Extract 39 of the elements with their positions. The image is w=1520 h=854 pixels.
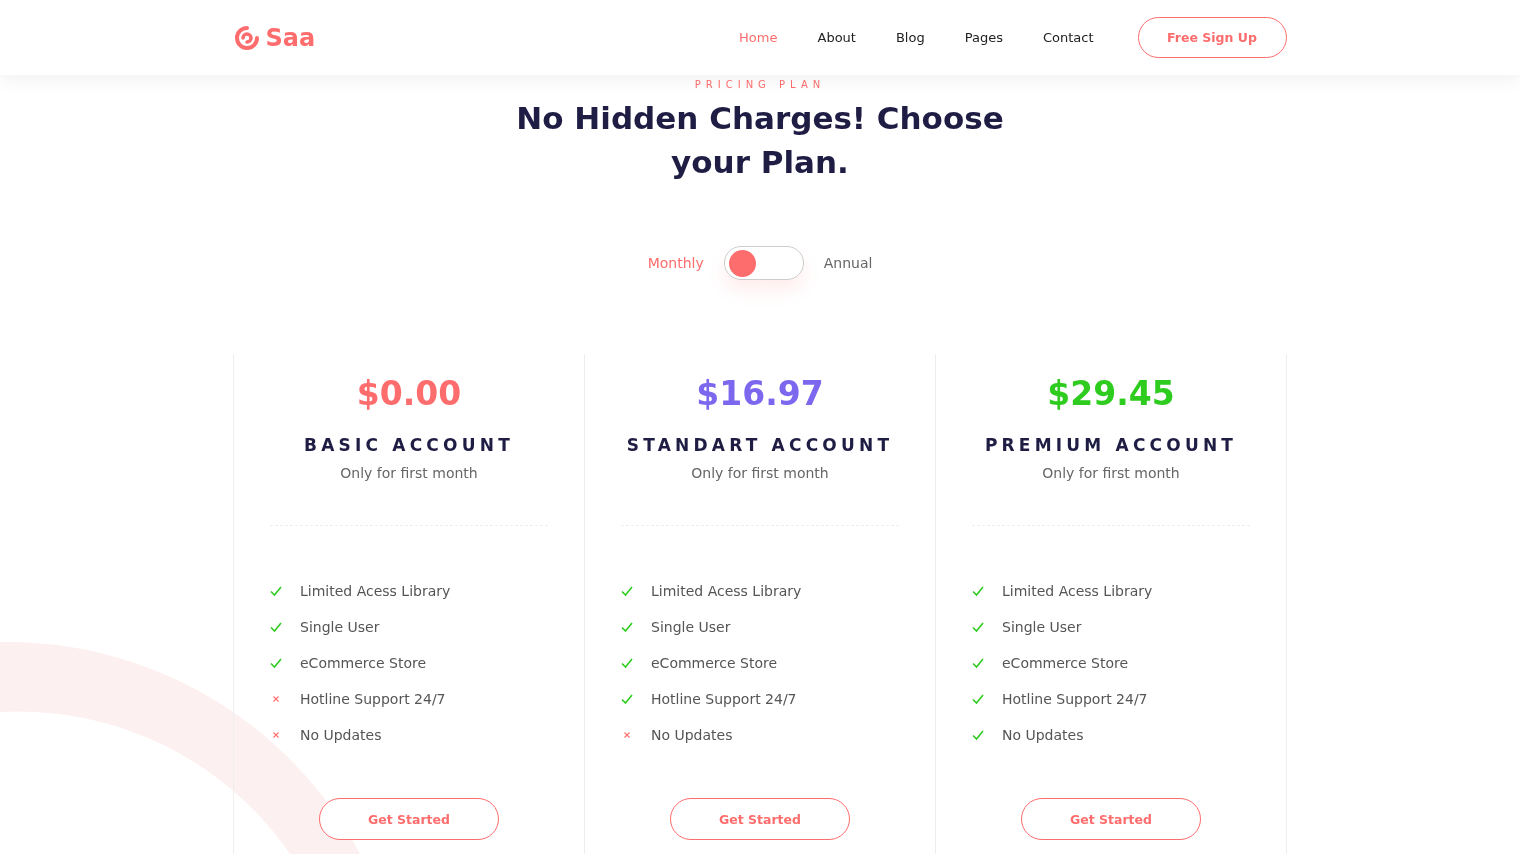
feature-text: Limited Acess Library [651, 583, 802, 599]
feature-text: No Updates [1002, 727, 1084, 743]
logo-text: Saa [265, 23, 316, 52]
section-title: No Hidden Charges! Choose your Plan. [515, 99, 1005, 182]
get-started-button[interactable]: Get Started [670, 798, 850, 840]
plan-name: STANDART ACCOUNT [626, 435, 894, 455]
sign-up-button[interactable]: Free Sign Up [1137, 17, 1287, 58]
plan-price: $0.00 [356, 374, 462, 413]
feature-text: Single User [300, 619, 380, 635]
get-started-button[interactable]: Get Started [1021, 798, 1201, 840]
nav-link[interactable]: About [817, 30, 856, 45]
feature-text: Hotline Support 24/7 [1002, 691, 1148, 707]
feature-text: No Updates [651, 727, 733, 743]
nav-link[interactable]: Blog [895, 30, 925, 45]
plan-name: PREMIUM ACCOUNT [984, 435, 1238, 455]
plan-note: Only for first month [1042, 465, 1180, 481]
nav-link[interactable]: Contact [1042, 30, 1094, 45]
plan-note: Only for first month [340, 465, 478, 481]
feature-text: eCommerce Store [300, 655, 427, 671]
feature-text: Single User [651, 619, 731, 635]
feature-text: Limited Acess Library [300, 583, 451, 599]
feature-text: eCommerce Store [1002, 655, 1129, 671]
feature-text: Hotline Support 24/7 [651, 691, 797, 707]
feature-text: Hotline Support 24/7 [300, 691, 446, 707]
plan-price: $29.45 [1047, 374, 1175, 413]
nav-link[interactable]: Pages [964, 30, 1003, 45]
feature-text: No Updates [300, 727, 382, 743]
plan-name: BASIC ACCOUNT [304, 435, 514, 455]
feature-text: Limited Acess Library [1002, 583, 1153, 599]
section-eyebrow: PRICING PLAN [694, 79, 826, 90]
billing-option[interactable]: Monthly [647, 255, 704, 271]
plan-price: $16.97 [696, 374, 824, 413]
nav-link[interactable]: Home [739, 30, 778, 45]
logo-icon [233, 24, 260, 51]
feature-text: eCommerce Store [651, 655, 778, 671]
billing-option[interactable]: Annual [823, 255, 873, 271]
feature-text: Single User [1002, 619, 1082, 635]
plan-note: Only for first month [691, 465, 829, 481]
get-started-button[interactable]: Get Started [319, 798, 499, 840]
